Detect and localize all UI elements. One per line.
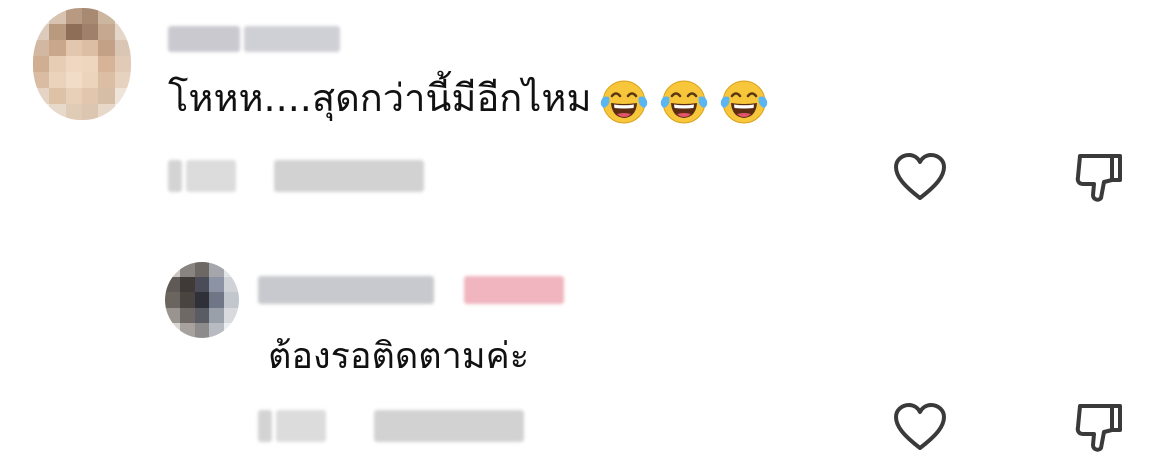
avatar-pixel	[49, 56, 66, 72]
avatar-pixel	[82, 56, 99, 72]
avatar-pixel	[194, 292, 210, 308]
avatar-pixel	[194, 277, 210, 293]
avatar-pixel	[224, 277, 239, 293]
reply-avatar[interactable]	[165, 262, 239, 338]
avatar-pixel	[65, 72, 82, 88]
avatar-pixel	[33, 24, 50, 40]
avatar-pixel	[98, 40, 115, 56]
avatar-pixel	[114, 24, 131, 40]
avatar-pixel	[165, 307, 180, 323]
avatar-pixel	[82, 40, 99, 56]
dislike-button[interactable]	[1070, 148, 1128, 206]
avatar-pixel	[98, 8, 115, 24]
avatar-pixel	[82, 8, 99, 24]
tears-of-joy-emoji-icon	[658, 75, 710, 127]
comments-panel: โหหห....สุดกว่านี้มีอีกไหม ต้องรอติดตามค…	[0, 0, 1170, 473]
avatar-pixel	[65, 40, 82, 56]
avatar-pixel	[209, 307, 225, 323]
avatar-pixel	[65, 24, 82, 40]
avatar-pixel	[49, 72, 66, 88]
avatar-pixel	[82, 88, 99, 104]
avatar-pixel	[82, 72, 99, 88]
tears-of-joy-emoji-icon	[598, 75, 650, 127]
avatar-pixel	[179, 307, 195, 323]
avatar-pixel	[98, 104, 115, 120]
avatar-pixel	[194, 262, 210, 278]
avatar-pixel	[209, 262, 225, 278]
avatar-pixel	[65, 8, 82, 24]
reply-body: ต้องรอติดตามค่ะ	[268, 330, 529, 384]
avatar-pixel	[98, 72, 115, 88]
avatar-pixel	[65, 104, 82, 120]
reply-like-button[interactable]	[891, 398, 949, 456]
like-button[interactable]	[891, 148, 949, 206]
avatar-pixel	[33, 72, 50, 88]
tears-of-joy-emoji-icon	[720, 80, 767, 123]
avatar-pixel	[33, 104, 50, 120]
emoji-group	[598, 75, 770, 127]
comment-text: โหหห....สุดกว่านี้มีอีกไหม	[168, 76, 592, 120]
thumbs-down-outline-icon	[1075, 404, 1122, 452]
reply-text: ต้องรอติดตามค่ะ	[268, 336, 530, 377]
avatar-pixel	[33, 88, 50, 104]
avatar-pixel	[98, 56, 115, 72]
avatar-pixel	[98, 24, 115, 40]
avatar-pixel	[165, 322, 180, 338]
avatar-pixel	[224, 262, 239, 278]
avatar-pixel	[209, 277, 225, 293]
avatar[interactable]	[33, 8, 131, 120]
avatar-pixel	[224, 307, 239, 323]
avatar-pixel	[165, 277, 180, 293]
avatar-pixel	[49, 40, 66, 56]
avatar-pixel	[114, 56, 131, 72]
avatar-pixel	[65, 88, 82, 104]
avatar-pixel	[194, 322, 210, 338]
avatar-pixel	[33, 40, 50, 56]
tears-of-joy-emoji-icon	[660, 80, 707, 123]
heart-outline-icon	[894, 403, 946, 450]
avatar-pixel	[98, 88, 115, 104]
avatar-pixel	[209, 292, 225, 308]
avatar-pixel	[179, 322, 195, 338]
avatar-pixel	[49, 104, 66, 120]
avatar-pixel	[114, 104, 131, 120]
avatar-pixel	[82, 104, 99, 120]
avatar-pixel	[209, 322, 225, 338]
comment-meta-redacted	[168, 160, 438, 192]
avatar-pixel	[114, 40, 131, 56]
avatar-pixel	[179, 292, 195, 308]
avatar-pixel	[179, 262, 195, 278]
heart-outline-icon	[894, 153, 946, 200]
avatar-pixel	[33, 8, 50, 24]
avatar-pixel	[33, 56, 50, 72]
tears-of-joy-emoji-icon	[718, 75, 770, 127]
reply-dislike-button[interactable]	[1070, 398, 1128, 456]
reply-meta-redacted	[258, 410, 528, 442]
reply-username-redacted[interactable]	[258, 276, 568, 304]
avatar-pixel	[114, 88, 131, 104]
avatar-pixel	[114, 8, 131, 24]
comment-body: โหหห....สุดกว่านี้มีอีกไหม	[168, 70, 770, 127]
avatar-pixel	[224, 322, 239, 338]
avatar-pixel	[82, 24, 99, 40]
tears-of-joy-emoji-icon	[600, 80, 647, 123]
avatar-pixel	[114, 72, 131, 88]
avatar-pixel	[49, 8, 66, 24]
avatar-pixel	[224, 292, 239, 308]
avatar-pixel	[49, 24, 66, 40]
avatar-pixel	[165, 262, 180, 278]
avatar-pixel	[165, 292, 180, 308]
avatar-pixel	[65, 56, 82, 72]
username-redacted[interactable]	[168, 26, 348, 52]
avatar-pixel	[49, 88, 66, 104]
thumbs-down-outline-icon	[1075, 154, 1122, 202]
avatar-pixel	[179, 277, 195, 293]
avatar-pixel	[194, 307, 210, 323]
